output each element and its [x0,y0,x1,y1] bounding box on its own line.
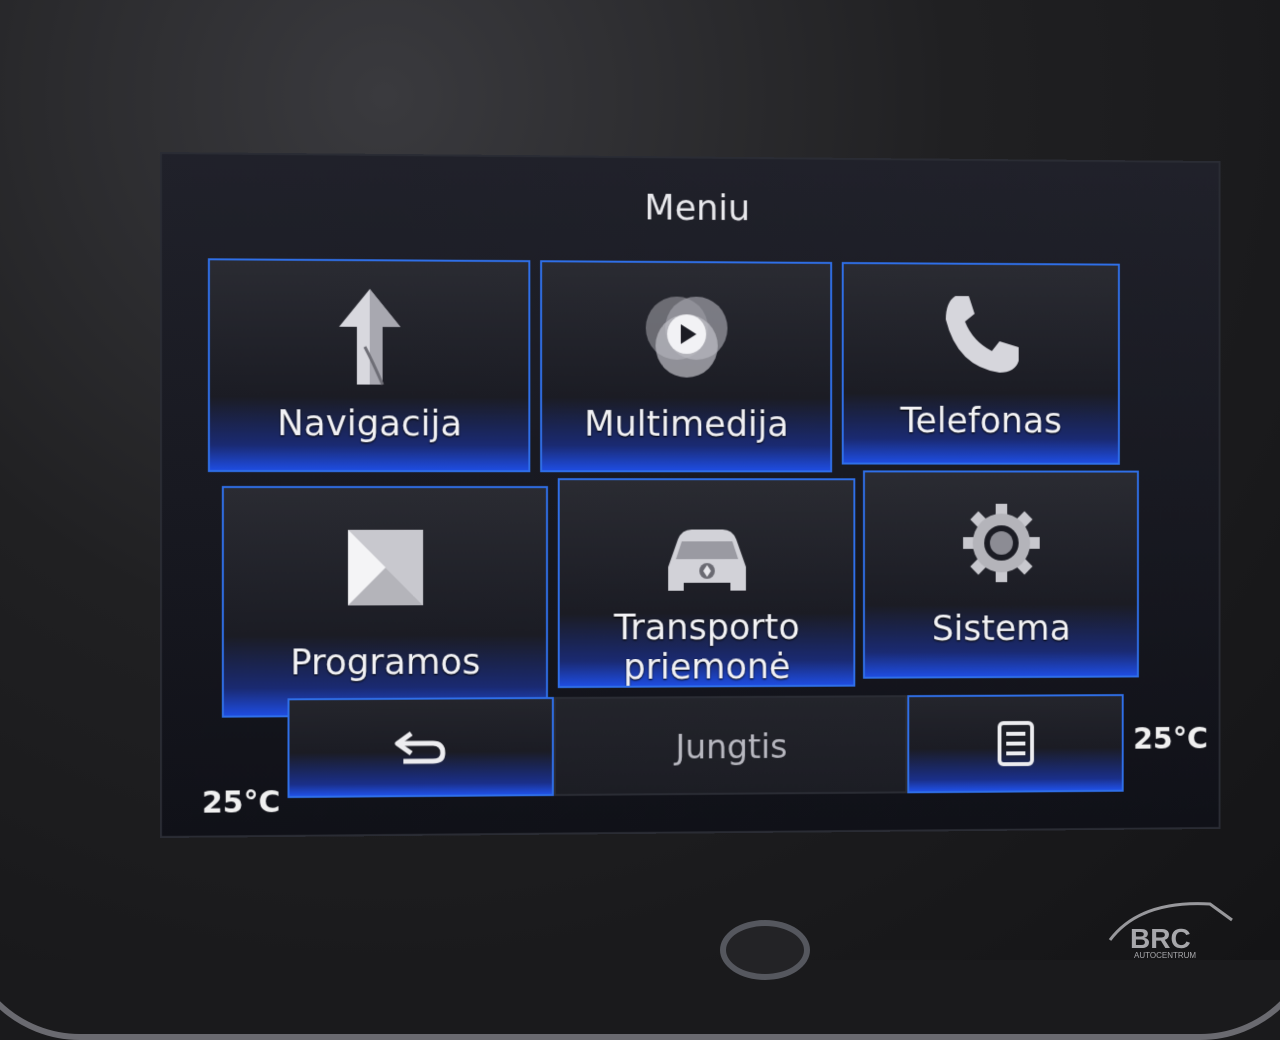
tile-label-line1: Transporto [560,606,854,650]
infotainment-screen: Meniu Navigacija Multimedija Telefonas P… [160,152,1221,838]
tile-navigation[interactable]: Navigacija [208,258,530,472]
connection-button[interactable]: Jungtis [554,695,907,796]
apps-icon [346,528,425,608]
dealer-logo: BRC AUTOCENTRUM [1100,890,1240,960]
tile-label: Telefonas [844,400,1118,444]
tile-label: Sistema [865,607,1137,651]
tile-label-line2: priemonė [560,645,854,688]
multimedia-play-icon [638,287,735,386]
right-temperature[interactable]: 25°C [1133,722,1208,757]
watermark-text: BRC [1130,923,1191,954]
menu-list-button[interactable] [907,694,1123,793]
tile-apps[interactable]: Programos [222,486,548,718]
tile-label: Programos [224,641,546,686]
tile-multimedia[interactable]: Multimedija [540,260,832,472]
back-button[interactable] [288,697,554,798]
connection-label: Jungtis [556,697,906,798]
control-knob[interactable] [720,920,810,980]
vehicle-icon [658,520,755,599]
list-menu-icon [997,720,1035,767]
tile-vehicle[interactable]: Transporto priemonė [558,478,856,688]
navigation-arrow-icon [335,287,404,387]
tile-label: Multimedija [542,403,830,447]
tile-label: Navigacija [210,402,528,446]
back-arrow-icon [393,727,448,767]
watermark-subtext: AUTOCENTRUM [1134,951,1196,960]
bottom-bar: Jungtis [288,694,1124,798]
left-temperature[interactable]: 25°C [202,785,280,821]
tile-phone[interactable]: Telefonas [842,262,1120,465]
phone-icon [938,290,1024,379]
page-title: Meniu [162,184,1219,232]
watermark-logo-icon: BRC AUTOCENTRUM [1100,890,1240,960]
gear-icon [961,502,1041,584]
tile-system[interactable]: Sistema [863,470,1139,678]
